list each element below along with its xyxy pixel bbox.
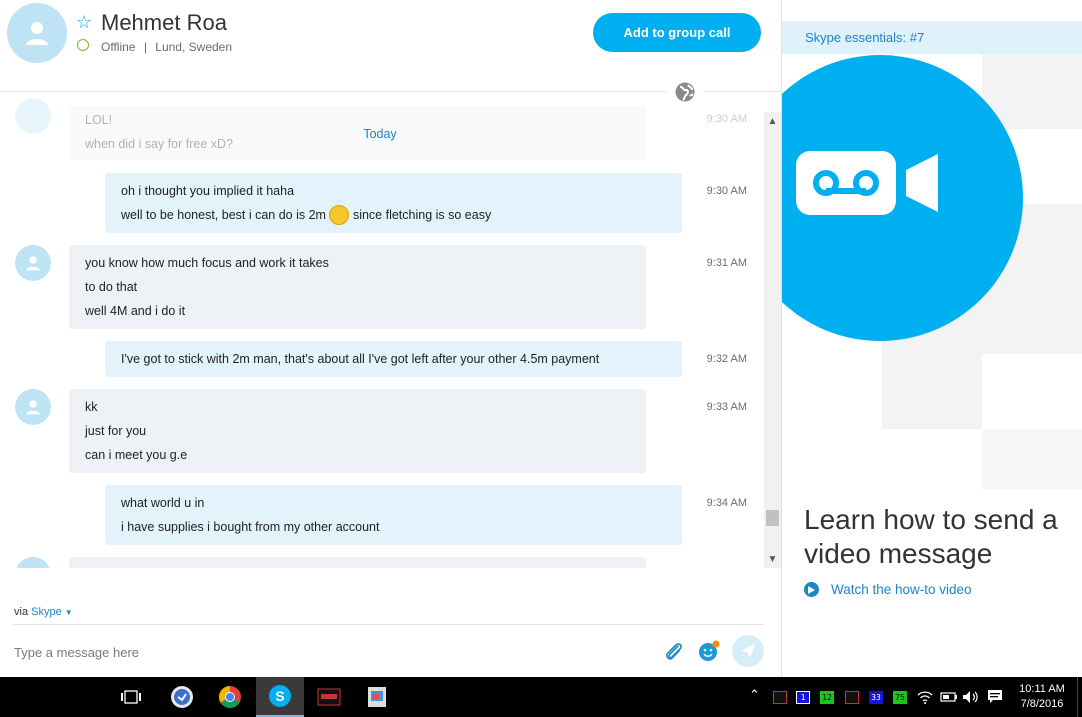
paperclip-icon[interactable] [664,640,684,662]
contact-message-avatar[interactable] [15,245,51,281]
message-time: 9:32 AM [706,353,747,365]
message-text: since fletching is so easy [352,208,492,222]
chevron-down-icon[interactable]: ▼ [65,608,73,617]
tray-counter-blue[interactable]: 33 [869,691,883,704]
message-bubble-incoming[interactable] [69,557,646,568]
taskbar-app-gmail-notifier[interactable] [158,677,206,717]
taskbar-app-osbuddy[interactable] [305,677,353,717]
location-text: Lund, Sweden [155,40,233,54]
scroll-up-arrow-icon[interactable]: ▲ [764,114,781,128]
watch-video-link[interactable]: Watch the how-to video [804,582,972,597]
task-view-button[interactable] [107,677,155,717]
status-text: Offline [101,40,136,54]
message-line: well to be honest, best i can do is 2m s… [105,203,682,227]
windows-taskbar: S ⌃ 1 12 33 75 10:11 AM 7/8/2016 [0,677,1082,717]
message-list[interactable]: LOL! when did i say for free xD? 9:30 AM… [0,92,764,568]
essentials-title: Skype essentials: #7 [805,30,925,45]
skype-window: ☆ Mehmet Roa Offline | Lund, Sweden Add … [0,0,1082,717]
presence-offline-icon [77,39,89,51]
tray-app-icon[interactable] [845,691,859,704]
status-separator: | [143,40,147,54]
emoticon-icon[interactable] [697,639,721,663]
clock-time: 10:11 AM [1019,683,1065,695]
add-to-group-call-button[interactable]: Add to group call [593,13,761,52]
tray-counter-blue[interactable]: 1 [796,691,810,704]
message-line: well 4M and i do it [85,304,186,318]
message-input[interactable] [14,641,644,663]
message-line: kk [85,400,98,414]
message-time: 9:30 AM [706,113,747,125]
gmail-notifier-icon [171,686,193,708]
favorite-star-icon[interactable]: ☆ [76,12,92,32]
skype-essentials-panel: Skype essentials: #7 Learn how to send a… [782,0,1082,677]
battery-icon[interactable] [940,691,958,703]
message-bubble-incoming[interactable]: kk just for you can i meet you g.e [69,389,646,473]
show-hidden-icons-chevron-icon[interactable]: ⌃ [749,687,760,703]
message-bubble-outgoing[interactable]: I've got to stick with 2m man, that's ab… [105,341,682,377]
taskbar-app-chrome[interactable] [206,677,254,717]
message-line: i have supplies i bought from my other a… [121,520,380,534]
watch-link-text[interactable]: Watch the how-to video [831,582,972,597]
message-line: oh i thought you implied it haha [121,184,295,198]
skype-icon: S [269,685,291,707]
background-tile [882,354,982,429]
message-line: can i meet you g.e [85,448,188,462]
taskbar-clock[interactable]: 10:11 AM 7/8/2016 [1012,682,1072,712]
show-desktop-button[interactable] [1077,677,1082,717]
message-line: to do that [85,280,138,294]
conversation-header: ☆ Mehmet Roa Offline | Lund, Sweden Add … [0,0,781,78]
tray-counter-green[interactable]: 12 [820,691,834,704]
osbuddy-icon [317,688,341,706]
background-tile [982,429,1082,489]
smile-emoticon-icon [329,204,350,225]
message-line: you know how much focus and work it take… [85,256,329,270]
message-time: 9:33 AM [706,401,747,413]
wifi-icon[interactable] [917,690,933,704]
message-time: 9:30 AM [706,185,747,197]
message-scrollbar[interactable]: ▲ ▼ [764,112,781,568]
message-bubble-incoming[interactable]: you know how much focus and work it take… [69,245,646,329]
scroll-down-arrow-icon[interactable]: ▼ [764,552,781,566]
message-time: 9:31 AM [706,257,747,269]
message-text: well to be honest, best i can do is 2m [121,208,326,222]
message-bubble-outgoing[interactable]: what world u in i have supplies i bought… [105,485,682,545]
chat-pane: ☆ Mehmet Roa Offline | Lund, Sweden Add … [0,0,781,677]
message-bubble-outgoing[interactable]: oh i thought you implied it haha well to… [105,173,682,233]
taskbar-app-image-viewer[interactable] [353,677,401,717]
via-label: via [14,606,29,618]
message-line: just for you [85,424,147,438]
task-view-icon [121,690,141,704]
via-service[interactable]: Skype [31,606,62,618]
action-center-icon[interactable] [987,689,1003,705]
taskbar-app-skype[interactable]: S [256,677,304,717]
tray-app-icon[interactable] [773,691,787,704]
image-viewer-icon [368,687,386,707]
contact-message-avatar[interactable] [15,557,51,568]
send-via-selector[interactable]: via Skype ▼ [14,606,73,618]
video-message-icon [796,151,938,215]
contact-avatar[interactable] [7,3,67,63]
send-icon [741,644,755,658]
person-icon [26,256,40,271]
message-line: I've got to stick with 2m man, that's ab… [121,352,600,366]
message-time: 9:34 AM [706,497,747,509]
person-icon [26,22,48,45]
person-icon [26,400,40,415]
essentials-heading: Learn how to send a video message [804,504,1058,569]
chrome-icon [219,686,241,708]
svg-text:S: S [275,688,284,704]
tray-counter-green[interactable]: 75 [893,691,907,704]
play-icon [804,582,819,597]
contact-name[interactable]: Mehmet Roa [101,10,227,36]
send-button[interactable] [732,635,764,667]
contact-message-avatar[interactable] [15,389,51,425]
volume-icon[interactable] [962,690,980,704]
compose-divider [13,624,764,625]
contact-status: Offline | Lund, Sweden [101,40,232,54]
message-line: what world u in [121,496,205,510]
date-separator: Today [363,127,397,141]
contact-message-avatar[interactable] [15,98,51,134]
clock-date: 7/8/2016 [1020,698,1064,710]
scrollbar-thumb[interactable] [766,510,779,526]
